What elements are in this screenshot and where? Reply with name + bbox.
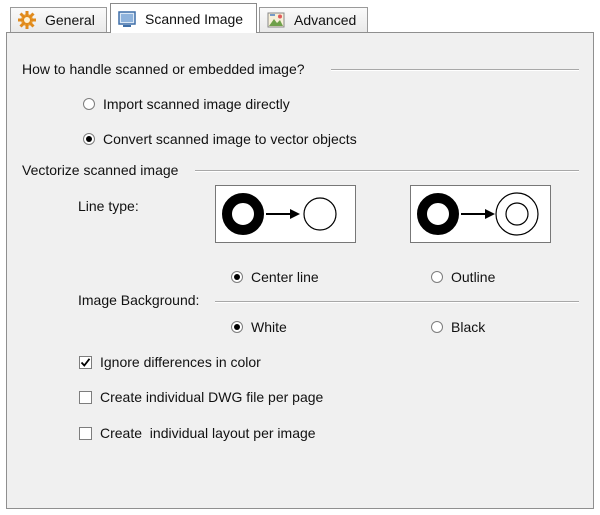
- scan-section-divider: [331, 69, 579, 71]
- layout-per-image-option[interactable]: Create individual layout per image: [79, 425, 316, 441]
- ignore-color-checkbox[interactable]: [79, 355, 92, 369]
- outline-label: Outline: [451, 269, 496, 285]
- center-line-preview: [215, 185, 356, 243]
- checkmark-icon: [80, 357, 91, 367]
- black-background-option[interactable]: Black: [431, 319, 485, 335]
- convert-to-vector-label: Convert scanned image to vector objects: [103, 131, 357, 147]
- ignore-color-label: Ignore differences in color: [100, 354, 261, 370]
- center-line-radio[interactable]: [231, 271, 243, 283]
- background-divider: [215, 301, 579, 303]
- layout-per-image-label: Create individual layout per image: [100, 425, 316, 441]
- tab-advanced[interactable]: Advanced: [259, 7, 368, 32]
- white-background-option[interactable]: White: [231, 319, 287, 335]
- convert-to-vector-radio[interactable]: [83, 133, 95, 145]
- vectorize-section-divider: [195, 170, 579, 172]
- import-directly-option[interactable]: Import scanned image directly: [83, 96, 290, 112]
- tab-general-label: General: [45, 12, 95, 28]
- line-type-label: Line type:: [78, 198, 139, 214]
- import-directly-label: Import scanned image directly: [103, 96, 290, 112]
- tab-scanned-image[interactable]: Scanned Image: [110, 3, 257, 33]
- outline-radio[interactable]: [431, 271, 443, 283]
- ignore-color-option[interactable]: Ignore differences in color: [79, 354, 261, 370]
- center-line-label: Center line: [251, 269, 319, 285]
- tab-advanced-label: Advanced: [294, 12, 357, 28]
- scan-section-title: How to handle scanned or embedded image?: [22, 61, 305, 77]
- tab-strip: General Scanned Image Advanced: [6, 0, 596, 34]
- layout-per-image-checkbox[interactable]: [79, 426, 92, 440]
- dwg-per-page-option[interactable]: Create individual DWG file per page: [79, 389, 323, 405]
- tab-general[interactable]: General: [10, 7, 107, 32]
- outline-preview: [410, 185, 551, 243]
- convert-to-vector-option[interactable]: Convert scanned image to vector objects: [83, 131, 357, 147]
- monitor-icon: [117, 9, 137, 29]
- gear-icon: [17, 10, 37, 30]
- vectorize-section-title: Vectorize scanned image: [22, 162, 179, 178]
- image-icon: [266, 10, 286, 30]
- white-background-label: White: [251, 319, 287, 335]
- dwg-per-page-checkbox[interactable]: [79, 390, 92, 404]
- scanned-image-panel: How to handle scanned or embedded image?…: [6, 32, 594, 509]
- center-line-option[interactable]: Center line: [231, 269, 319, 285]
- import-directly-radio[interactable]: [83, 98, 95, 110]
- image-background-label: Image Background:: [78, 292, 200, 308]
- white-background-radio[interactable]: [231, 321, 243, 333]
- dwg-per-page-label: Create individual DWG file per page: [100, 389, 324, 405]
- outline-option[interactable]: Outline: [431, 269, 495, 285]
- black-background-label: Black: [451, 319, 486, 335]
- tab-scanned-image-label: Scanned Image: [145, 10, 244, 27]
- black-background-radio[interactable]: [431, 321, 443, 333]
